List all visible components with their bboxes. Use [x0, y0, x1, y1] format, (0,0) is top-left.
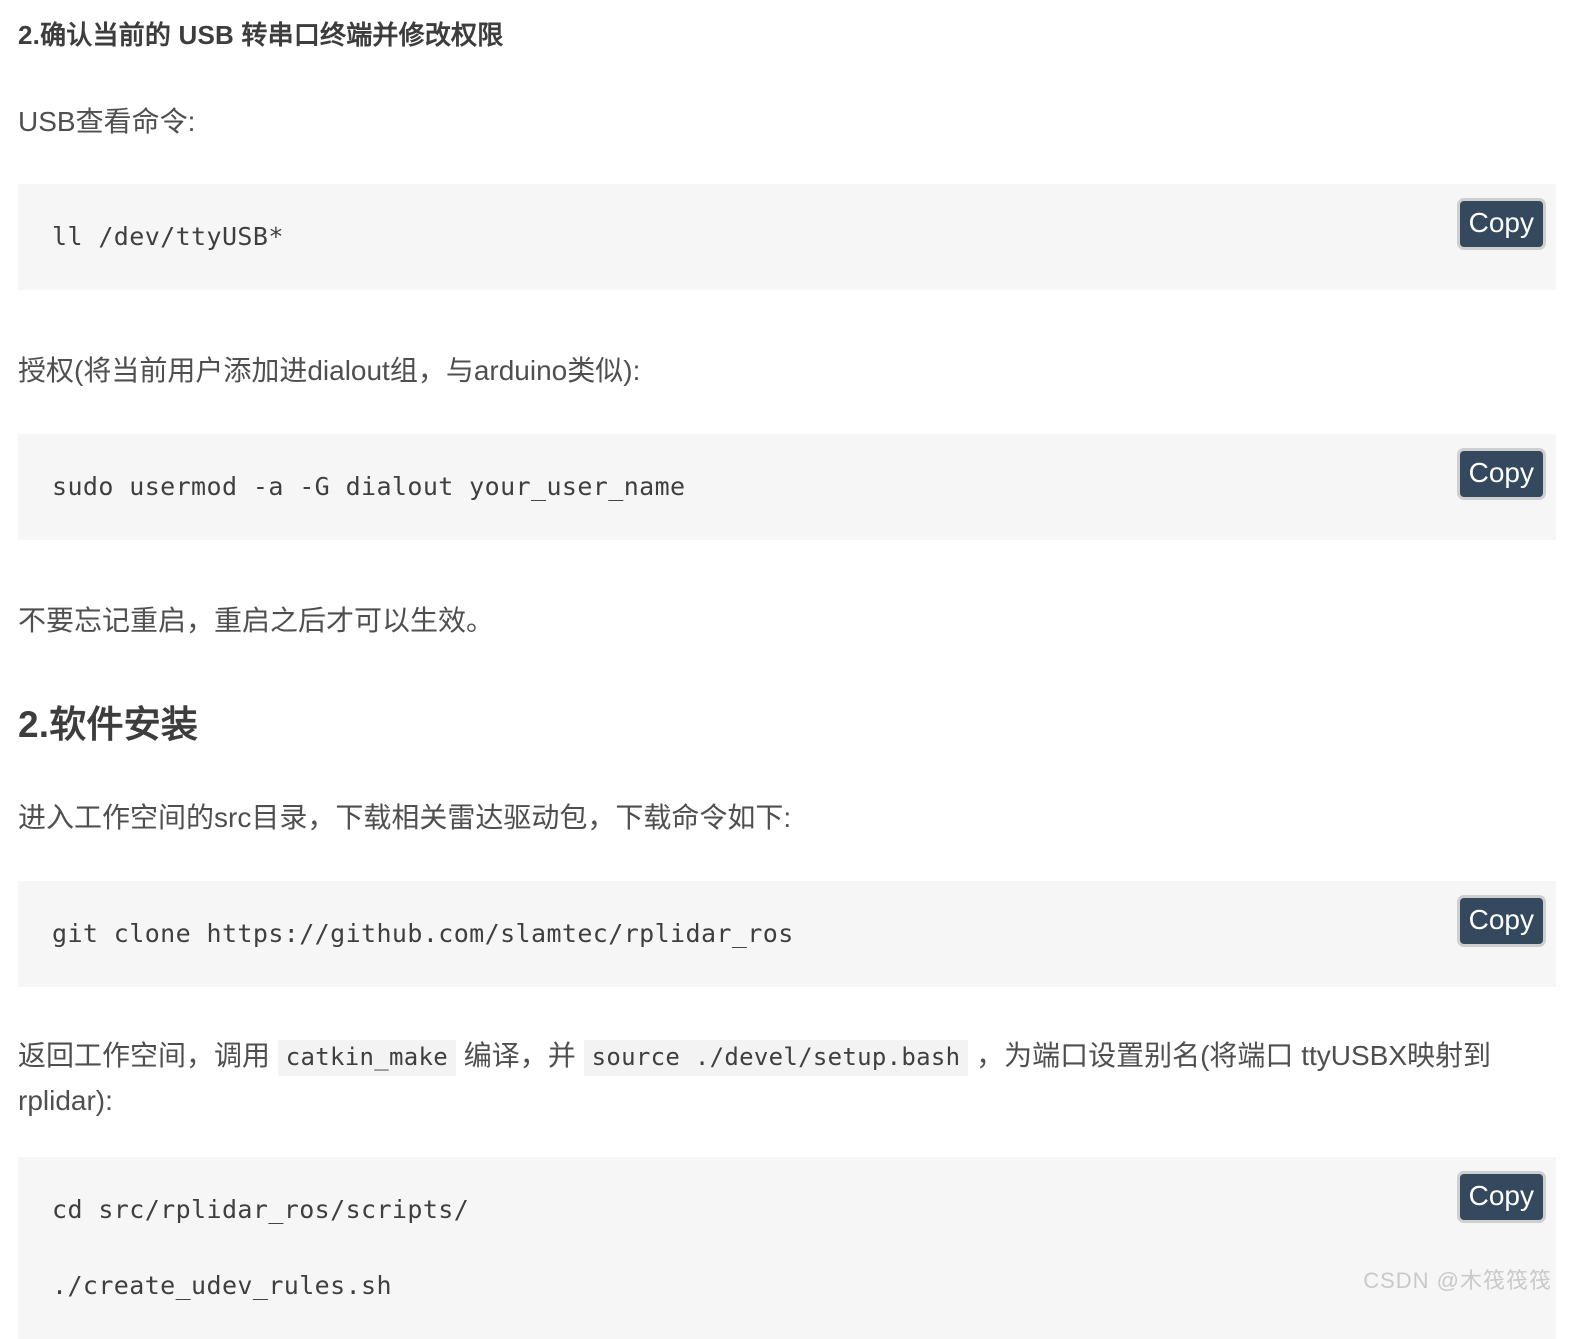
inline-code-catkin-make: catkin_make — [277, 1039, 457, 1076]
paragraph-reboot-note: 不要忘记重启，重启之后才可以生效。 — [18, 604, 495, 636]
csdn-watermark: CSDN @木筏筏筏 — [1363, 1268, 1552, 1293]
copy-button-usb-list[interactable]: Copy — [1456, 198, 1546, 251]
main-heading-software-install: 2.软件安装 — [18, 704, 199, 746]
catkin-text-part-2: 编译，并 — [456, 1039, 584, 1071]
article-page: 2.确认当前的 USB 转串口终端并修改权限 USB查看命令: ll /dev/… — [0, 0, 1574, 1339]
section-heading-usb-permissions: 2.确认当前的 USB 转串口终端并修改权限 — [18, 20, 504, 50]
paragraph-catkin-make: 返回工作空间，调用 catkin_make 编译，并 source ./deve… — [18, 1033, 1556, 1124]
copy-button-usermod[interactable]: Copy — [1456, 447, 1546, 500]
catkin-text-part-3: ，为端口设置别名(将端口 ttyUSBX — [968, 1039, 1408, 1071]
inline-code-source-setup-bash: source ./devel/setup.bash — [583, 1039, 969, 1076]
code-text-udev-rules: cd src/rplidar_ros/scripts/ ./create_ude… — [52, 1195, 470, 1301]
code-block-usb-list: ll /dev/ttyUSB* Copy — [18, 184, 1556, 291]
code-block-usermod: sudo usermod -a -G dialout your_user_nam… — [18, 433, 1556, 540]
code-block-udev-rules: cd src/rplidar_ros/scripts/ ./create_ude… — [18, 1157, 1556, 1339]
copy-button-git-clone[interactable]: Copy — [1456, 894, 1546, 947]
catkin-text-part-1: 返回工作空间，调用 — [18, 1039, 278, 1071]
code-text-git-clone: git clone https://github.com/slamtec/rpl… — [52, 918, 794, 948]
code-text-usb-list: ll /dev/ttyUSB* — [52, 222, 284, 252]
code-text-usermod: sudo usermod -a -G dialout your_user_nam… — [52, 471, 686, 501]
paragraph-usb-check: USB查看命令: — [18, 106, 196, 138]
paragraph-authorize: 授权(将当前用户添加进dialout组，与arduino类似): — [18, 355, 641, 387]
code-block-git-clone: git clone https://github.com/slamtec/rpl… — [18, 880, 1556, 987]
paragraph-src-download: 进入工作空间的src目录，下载相关雷达驱动包，下载命令如下: — [18, 802, 792, 834]
copy-button-udev-rules[interactable]: Copy — [1456, 1171, 1546, 1224]
